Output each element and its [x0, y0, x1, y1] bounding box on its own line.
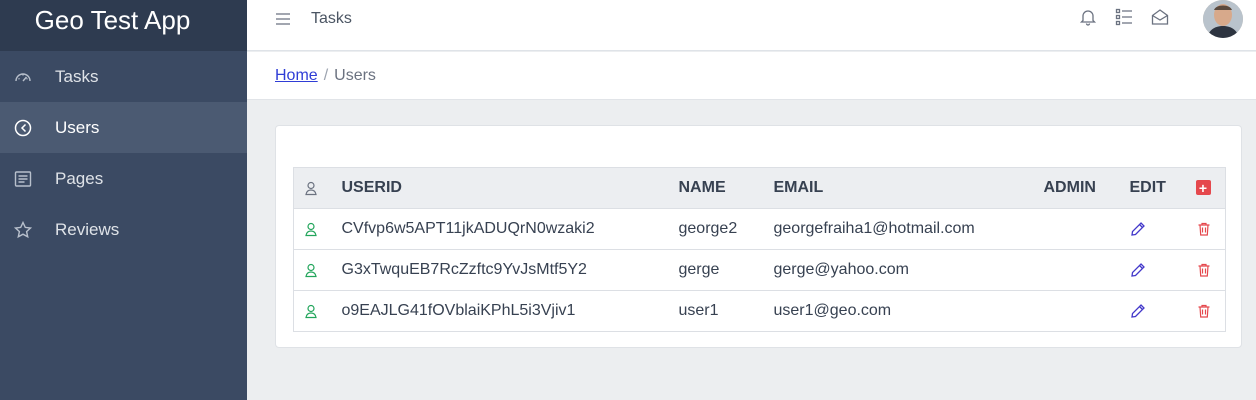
cell-admin	[1043, 290, 1130, 332]
compass-icon	[13, 118, 33, 138]
sidebar: Geo Test App Tasks Users Pages Reviews	[0, 0, 247, 400]
sidebar-item-tasks[interactable]: Tasks	[0, 51, 247, 102]
cell-admin	[1043, 208, 1130, 250]
sidebar-item-reviews[interactable]: Reviews	[0, 204, 247, 255]
top-bar: Tasks	[247, 0, 1256, 51]
cell-email: georgefraiha1@hotmail.com	[773, 208, 1044, 250]
delete-cell	[1193, 290, 1226, 332]
user-column-icon	[293, 167, 342, 209]
star-icon	[13, 220, 33, 240]
cell-admin	[1043, 249, 1130, 291]
trash-icon[interactable]	[1196, 221, 1212, 237]
list-icon[interactable]	[1115, 8, 1133, 26]
cell-email: user1@geo.com	[773, 290, 1044, 332]
trash-icon[interactable]	[1196, 303, 1212, 319]
cell-userid: G3xTwquEB7RcZzftc9YvJsMtf5Y2	[341, 249, 679, 291]
edit-cell	[1129, 249, 1194, 291]
sidebar-item-users[interactable]: Users	[0, 102, 247, 153]
pencil-icon[interactable]	[1130, 303, 1146, 319]
cell-email: gerge@yahoo.com	[773, 249, 1044, 291]
breadcrumb-bar: Home / Users	[247, 52, 1256, 100]
trash-icon[interactable]	[1196, 262, 1212, 278]
cell-name: gerge	[678, 249, 774, 291]
breadcrumb-home-link[interactable]: Home	[275, 67, 318, 84]
top-nav-title[interactable]: Tasks	[311, 10, 352, 28]
breadcrumb-current: Users	[334, 67, 376, 84]
sidebar-item-label: Users	[55, 117, 100, 137]
cell-name: user1	[678, 290, 774, 332]
envelope-open-icon[interactable]	[1151, 8, 1169, 26]
speedometer-icon	[13, 67, 33, 87]
edit-cell	[1129, 208, 1194, 250]
bell-icon[interactable]	[1079, 8, 1097, 26]
cell-name: george2	[678, 208, 774, 250]
hamburger-menu-icon[interactable]	[275, 11, 291, 27]
user-icon	[293, 208, 342, 250]
column-header-edit: EDIT	[1129, 167, 1194, 209]
cell-userid: o9EAJLG41fOVblaiKPhL5i3Vjiv1	[341, 290, 679, 332]
sidebar-item-label: Reviews	[55, 219, 120, 239]
user-icon	[293, 249, 342, 291]
user-icon	[293, 290, 342, 332]
pencil-icon[interactable]	[1130, 221, 1146, 237]
table-row[interactable]: G3xTwquEB7RcZzftc9YvJsMtf5Y2 gerge gerge…	[293, 249, 1226, 291]
users-card: USERID NAME EMAIL ADMIN EDIT + CVfvp6w5A…	[275, 125, 1242, 348]
sidebar-item-label: Pages	[55, 168, 104, 188]
table-header-row: USERID NAME EMAIL ADMIN EDIT +	[293, 167, 1226, 209]
column-header-name[interactable]: NAME	[678, 167, 774, 209]
table-row[interactable]: o9EAJLG41fOVblaiKPhL5i3Vjiv1 user1 user1…	[293, 290, 1226, 332]
pencil-icon[interactable]	[1130, 262, 1146, 278]
edit-cell	[1129, 290, 1194, 332]
document-icon	[13, 169, 33, 189]
column-header-email[interactable]: EMAIL	[773, 167, 1044, 209]
add-user-button-cell: +	[1193, 167, 1226, 209]
table-row[interactable]: CVfvp6w5APT11jkADUQrN0wzaki2 george2 geo…	[293, 208, 1226, 250]
users-table: USERID NAME EMAIL ADMIN EDIT + CVfvp6w5A…	[293, 167, 1226, 332]
breadcrumb: Home / Users	[275, 67, 376, 85]
column-header-userid[interactable]: USERID	[341, 167, 679, 209]
column-header-admin[interactable]: ADMIN	[1043, 167, 1130, 209]
sidebar-item-pages[interactable]: Pages	[0, 153, 247, 204]
breadcrumb-separator: /	[323, 67, 329, 84]
delete-cell	[1193, 208, 1226, 250]
sidebar-item-label: Tasks	[55, 66, 99, 86]
cell-userid: CVfvp6w5APT11jkADUQrN0wzaki2	[341, 208, 679, 250]
delete-cell	[1193, 249, 1226, 291]
add-user-button[interactable]: +	[1195, 180, 1211, 196]
brand: Geo Test App	[0, 0, 247, 51]
app-title[interactable]: Geo Test App	[35, 5, 191, 36]
avatar[interactable]	[1203, 0, 1243, 38]
